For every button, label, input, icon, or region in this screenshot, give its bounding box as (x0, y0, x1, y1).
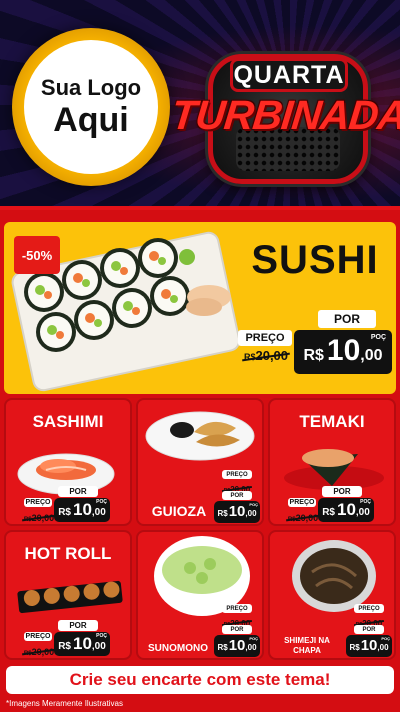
price-decimal: ,00 (360, 347, 383, 364)
product-title: GUIOZA (151, 503, 207, 519)
product-title: SASHIMI (32, 412, 104, 431)
old-price-value: R$20,00 (24, 642, 54, 660)
hot-roll-image (17, 580, 123, 614)
price-label-old: PREÇO (288, 498, 316, 507)
price-label-new: POR (58, 486, 98, 497)
sushi-roll (100, 248, 140, 288)
price-label-new: POR (322, 486, 362, 497)
old-price-value: R$20,00 (288, 508, 318, 526)
price-label-new: POR (222, 491, 252, 500)
old-price: R$20,00 (24, 508, 54, 523)
price-integer: 10 (72, 634, 92, 653)
price-currency: R$ (58, 507, 71, 518)
logo-placeholder: Sua Logo Aqui (24, 40, 158, 174)
current-price: R$ 10 ,00 POÇ (318, 498, 374, 522)
logo-text-line1: Sua Logo (40, 75, 142, 100)
sushi-roll (112, 288, 152, 328)
discount-badge: -50% (14, 236, 60, 274)
old-price: R$20,00 (222, 613, 252, 628)
hero-price-tag: POR PREÇO R$20,00 R$ 10 ,00 POÇ (238, 310, 392, 376)
logo-text-line2: Aqui (53, 101, 129, 139)
price-currency: R$ (349, 643, 360, 652)
product-title-line2: CHAPA (293, 646, 321, 655)
product-price-tag: POR PREÇO R$20,00 R$ 10 ,00 POÇ (288, 486, 374, 524)
sushi-roll (138, 238, 178, 278)
price-integer: 10 (228, 503, 246, 520)
old-price: R$20,00 (24, 642, 54, 657)
logo-badge[interactable]: Sua Logo Aqui (12, 28, 170, 186)
price-currency: R$ (322, 507, 335, 518)
price-decimal: ,00 (245, 643, 257, 652)
price-currency: R$ (58, 641, 71, 652)
price-currency: R$ (303, 347, 324, 364)
current-price: R$ 10 ,00 POÇ (214, 635, 260, 657)
product-price-tag: PREÇO R$20,00 POR R$ 10 ,00 POÇ (214, 604, 260, 658)
price-label-new: POR (58, 620, 98, 631)
sushi-roll (150, 276, 190, 316)
product-title: HOT ROLL (24, 544, 112, 563)
price-label-old: PREÇO (354, 604, 384, 613)
old-price: R$20,00 (222, 479, 252, 494)
old-price-value: R$20,00 (243, 348, 289, 363)
current-price: R$ 10 ,00 POÇ (346, 635, 392, 657)
old-price: R$20,00 (288, 508, 318, 523)
product-price-tag: POR PREÇO R$20,00 R$ 10 ,00 POÇ (24, 620, 110, 658)
price-label-old: PREÇO (24, 632, 52, 641)
hero-title: SUSHI (251, 238, 379, 282)
price-unit: POÇ (249, 502, 258, 507)
price-integer: 10 (336, 500, 356, 519)
product-price-tag: POR PREÇO R$20,00 R$ 10 ,00 POÇ (24, 486, 110, 524)
product-title-line1: SHIMEJI NA (284, 636, 330, 645)
price-decimal: ,00 (91, 507, 106, 518)
price-decimal: ,00 (377, 643, 389, 652)
promo-badge: QUARTA TURBINADA (169, 32, 400, 192)
old-price-value: R$20,00 (24, 508, 54, 526)
product-title: SUNOMONO (148, 643, 208, 654)
sushi-roll (74, 300, 114, 340)
current-price: R$ 10 ,00 POÇ (54, 498, 110, 522)
current-price: R$ 10 ,00 POÇ (54, 632, 110, 656)
badge-day-label: QUARTA (230, 58, 348, 92)
sushi-roll (36, 312, 76, 352)
price-unit: POÇ (370, 334, 386, 341)
price-currency: R$ (217, 509, 228, 518)
price-unit: POÇ (96, 633, 107, 639)
price-label-old: PREÇO (222, 470, 252, 479)
price-integer: 10 (326, 334, 361, 367)
price-unit: POÇ (96, 499, 107, 505)
price-unit: POÇ (249, 636, 258, 641)
price-unit: POÇ (360, 499, 371, 505)
old-price: R$20,00 (354, 613, 384, 628)
cta-banner[interactable]: Crie seu encarte com este tema! (6, 666, 394, 694)
disclaimer: *Imagens Meramente Ilustrativas (6, 699, 123, 708)
price-label-new: POR (318, 310, 376, 328)
price-label-old: PREÇO (24, 498, 52, 507)
product-price-tag: PREÇO R$20,00 POR R$ 10 ,00 POÇ (214, 470, 260, 524)
price-decimal: ,00 (245, 509, 257, 518)
price-unit: POÇ (381, 636, 390, 641)
sushi-roll (62, 260, 102, 300)
price-label-old: PREÇO (238, 330, 292, 346)
price-label-old: PREÇO (222, 604, 252, 613)
old-price: R$20,00 (240, 347, 292, 365)
price-currency: R$ (217, 643, 228, 652)
product-price-tag: PREÇO R$20,00 POR R$ 10 ,00 POÇ (346, 604, 392, 658)
price-decimal: ,00 (355, 507, 370, 518)
price-integer: 10 (360, 637, 378, 654)
price-label-new: POR (354, 625, 384, 634)
current-price: R$ 10 ,00 POÇ (294, 330, 392, 374)
price-decimal: ,00 (91, 641, 106, 652)
price-label-new: POR (222, 625, 252, 634)
badge-title: TURBINADA (169, 91, 400, 138)
price-integer: 10 (228, 637, 246, 654)
product-title: TEMAKI (299, 412, 365, 431)
guioza-image (145, 411, 255, 461)
price-integer: 10 (72, 500, 92, 519)
sushi-roll (24, 272, 64, 312)
current-price: R$ 10 ,00 POÇ (214, 501, 260, 523)
header-banner: Sua Logo Aqui QUARTA TURBINADA (0, 0, 400, 210)
